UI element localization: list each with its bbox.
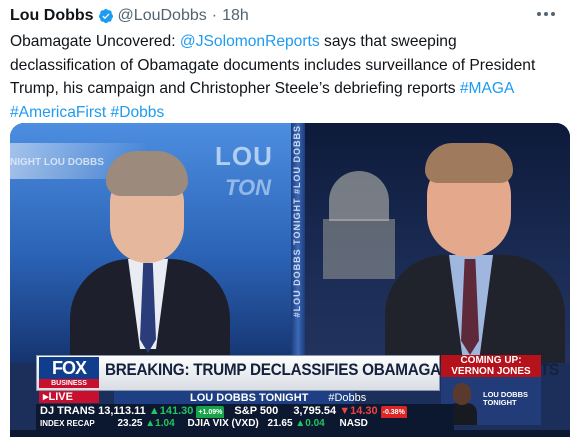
live-badge: ▸LIVE bbox=[39, 391, 99, 403]
right-guest-panel bbox=[305, 123, 570, 363]
author-name[interactable]: Lou Dobbs bbox=[10, 7, 94, 25]
tweet-link[interactable]: @JSolomonReports bbox=[180, 33, 320, 50]
network-sub: BUSINESS bbox=[39, 379, 99, 388]
tweet-text: Obamagate Uncovered: @JSolomonReports sa… bbox=[10, 30, 560, 124]
coming-up-box: COMING UP: VERNON JONES bbox=[441, 355, 541, 377]
tweet-link[interactable]: #MAGA bbox=[460, 80, 514, 97]
tweet-header: Lou Dobbs @LouDobbs · 18h bbox=[10, 6, 249, 26]
studio-brand-sub: TON bbox=[225, 175, 272, 200]
tweet-media-image[interactable]: LOU TON NIGHT LOU DOBBS #LOU DOBBS TONIG… bbox=[10, 123, 570, 437]
tweet-link[interactable]: #Dobbs bbox=[111, 104, 165, 121]
tweet-link[interactable]: #AmericaFirst bbox=[10, 104, 106, 121]
studio-brand: LOU bbox=[215, 141, 273, 171]
coming-up-promo: LOU DOBBS TONIGHT bbox=[441, 377, 541, 425]
host-figure-left bbox=[70, 151, 230, 363]
timestamp[interactable]: 18h bbox=[222, 7, 249, 25]
market-ticker-row-1: DJ TRANS 13,113.11 ▲141.30 +1.09% S&P 500… bbox=[36, 404, 454, 420]
market-ticker-row-2: INDEX RECAP 23.25 ▲1.04 DJIA VIX (VXD) 2… bbox=[36, 418, 454, 430]
separator-dot: · bbox=[211, 7, 218, 24]
tweet-text-segment: Obamagate Uncovered: bbox=[10, 33, 180, 50]
show-name-bar: LOU DOBBS TONIGHT #Dobbs bbox=[114, 391, 366, 405]
more-options-icon[interactable] bbox=[533, 5, 559, 23]
tweet: Lou Dobbs @LouDobbs · 18h Obamagate Unco… bbox=[0, 0, 573, 437]
author-handle[interactable]: @LouDobbs bbox=[118, 7, 207, 25]
panel-divider: #LOU DOBBS TONIGHT #LOU DOBBS bbox=[291, 123, 305, 363]
left-studio-panel: LOU TON NIGHT LOU DOBBS bbox=[10, 123, 291, 363]
guest-figure-right bbox=[385, 143, 565, 363]
verified-badge-icon bbox=[98, 9, 113, 24]
network-logo: FOX bbox=[39, 357, 99, 379]
